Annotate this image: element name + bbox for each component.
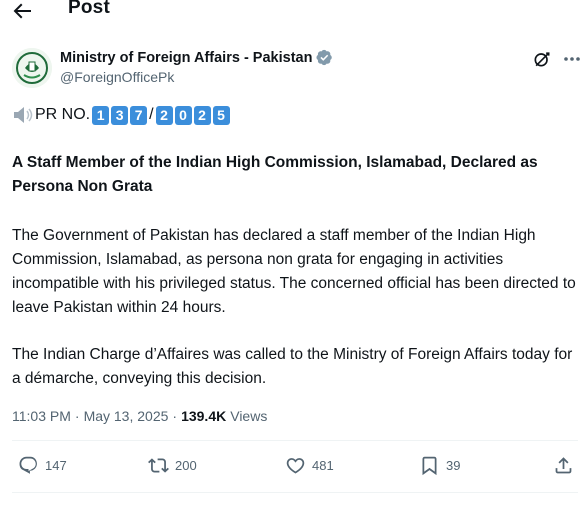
pr-digit: 2 bbox=[193, 105, 211, 125]
action-bar: 147 200 481 39 bbox=[0, 455, 586, 481]
pr-digit: 1 bbox=[92, 105, 110, 125]
pr-label: PR NO. bbox=[35, 106, 91, 123]
author-handle[interactable]: @ForeignOfficePk bbox=[60, 69, 174, 85]
reply-count: 147 bbox=[45, 458, 67, 473]
share-button[interactable] bbox=[553, 455, 574, 476]
like-count: 481 bbox=[312, 458, 334, 473]
divider bbox=[12, 440, 578, 441]
pr-slash: / bbox=[149, 106, 154, 123]
views-count[interactable]: 139.4K bbox=[181, 408, 226, 424]
heart-icon bbox=[286, 458, 305, 474]
page-title: Post bbox=[68, 0, 110, 18]
post-meta: 11:03 PM · May 13, 2025 · 139.4K Views bbox=[12, 408, 267, 424]
meta-separator: · bbox=[74, 408, 80, 424]
bookmark-icon bbox=[422, 456, 437, 476]
avatar[interactable] bbox=[12, 48, 52, 88]
ministry-emblem-icon bbox=[12, 48, 52, 88]
repost-button[interactable]: 200 bbox=[148, 455, 197, 476]
post-paragraph: The Indian Charge d’Affaires was called … bbox=[12, 346, 573, 387]
grok-icon[interactable] bbox=[532, 49, 552, 69]
author-display-name[interactable]: Ministry of Foreign Affairs - Pakistan bbox=[60, 50, 312, 66]
post-author: Ministry of Foreign Affairs - Pakistan @… bbox=[12, 46, 580, 90]
post-date[interactable]: May 13, 2025 bbox=[84, 408, 169, 424]
share-icon bbox=[555, 457, 572, 474]
repost-count: 200 bbox=[175, 458, 197, 473]
verified-badge-icon bbox=[316, 49, 333, 66]
author-name-row: Ministry of Foreign Affairs - Pakistan bbox=[60, 49, 333, 66]
more-options-icon[interactable] bbox=[563, 53, 581, 65]
divider bbox=[12, 492, 578, 493]
post-time[interactable]: 11:03 PM bbox=[12, 408, 71, 424]
reply-button[interactable]: 147 bbox=[18, 455, 67, 476]
post-paragraph: The Government of Pakistan has declared … bbox=[12, 227, 576, 316]
views-label: Views bbox=[230, 408, 268, 424]
back-arrow-icon[interactable] bbox=[10, 0, 34, 23]
bookmark-button[interactable]: 39 bbox=[419, 455, 460, 476]
like-button[interactable]: 481 bbox=[285, 455, 334, 476]
press-release-number: PR NO. 1 3 7 / 2 0 2 5 bbox=[12, 104, 232, 126]
post-headline: A Staff Member of the Indian High Commis… bbox=[12, 154, 538, 195]
repost-icon bbox=[148, 458, 169, 473]
pr-digit: 5 bbox=[212, 105, 230, 125]
reply-icon bbox=[19, 456, 37, 474]
meta-separator: · bbox=[172, 408, 178, 424]
pr-digit: 2 bbox=[155, 105, 173, 125]
pr-digit: 7 bbox=[130, 105, 148, 125]
pr-digit: 0 bbox=[174, 105, 192, 125]
speaker-icon bbox=[14, 107, 33, 123]
bookmark-count: 39 bbox=[446, 458, 461, 473]
pr-digit: 3 bbox=[111, 105, 129, 125]
post-header: Post bbox=[0, 0, 586, 26]
